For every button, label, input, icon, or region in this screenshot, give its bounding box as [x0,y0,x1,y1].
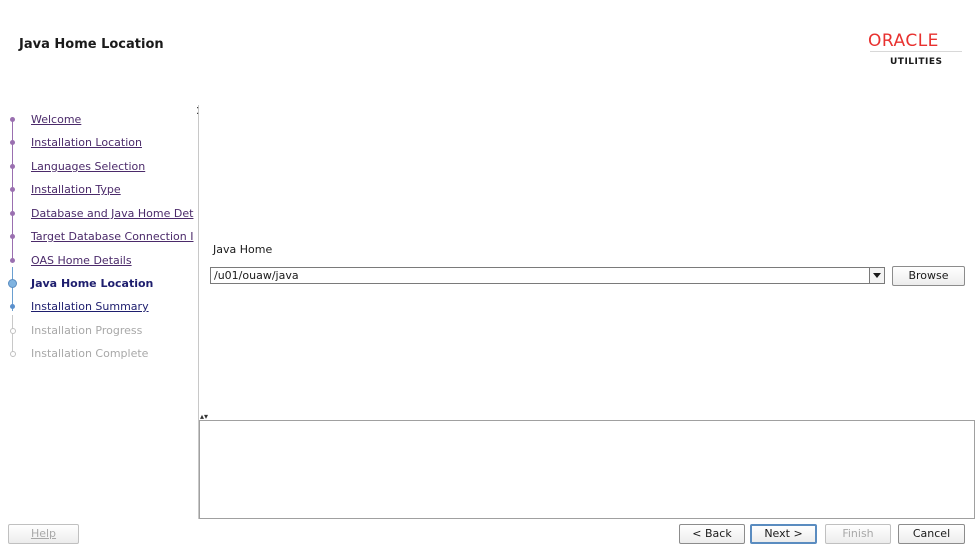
chevron-down-icon[interactable] [869,268,884,283]
step-done-icon [10,234,15,239]
step-java-home-location: Java Home Location [0,273,198,293]
page-title: Java Home Location [19,37,164,52]
finish-button-label: Finish [842,527,874,540]
step-done-icon [10,211,15,216]
step-label: Installation Summary [31,300,149,313]
step-installation-summary[interactable]: Installation Summary [0,296,198,316]
step-done-icon [10,140,15,145]
help-button[interactable]: Help [8,524,79,544]
browse-button[interactable]: Browse [892,266,965,286]
step-label: Database and Java Home Det [31,207,194,220]
footer: Help < Back Next > Finish Cancel [0,519,976,553]
step-done-icon [10,258,15,263]
next-button-label: Next > [764,527,803,540]
step-installation-complete: Installation Complete [0,343,198,363]
step-installation-type[interactable]: Installation Type [0,179,198,199]
step-label: Installation Location [31,136,142,149]
steps-panel: Welcome Installation Location Languages … [0,105,198,405]
step-pending-icon [10,351,16,357]
logo-sub-text: UTILITIES [890,57,943,67]
step-label: Welcome [31,113,82,126]
finish-button[interactable]: Finish [825,524,891,544]
step-done-icon [10,164,15,169]
cancel-button-label: Cancel [912,527,951,540]
step-pending-icon [10,328,16,334]
java-home-combobox[interactable]: /u01/ouaw/java [210,267,885,284]
step-oas-home-details[interactable]: OAS Home Details [0,250,198,270]
step-label: OAS Home Details [31,254,132,267]
step-done-icon [10,187,15,192]
step-current-icon [8,279,17,288]
message-area [199,420,975,519]
header: Java Home Location ORACLE UTILITIES [0,0,976,92]
step-next-icon [10,304,15,309]
step-database-java-home[interactable]: Database and Java Home Det [0,203,198,223]
oracle-utilities-logo: ORACLE UTILITIES [866,31,966,71]
logo-divider [870,51,962,52]
step-done-icon [10,117,15,122]
java-home-label: Java Home [213,243,273,256]
back-button[interactable]: < Back [679,524,745,544]
cancel-button[interactable]: Cancel [898,524,965,544]
step-label: Target Database Connection I [31,230,194,243]
step-label: Installation Type [31,183,121,196]
browse-button-label: Browse [908,269,949,282]
java-home-value: /u01/ouaw/java [214,269,299,282]
step-label: Installation Progress [31,324,143,337]
back-button-label: < Back [692,527,732,540]
installer-window: Java Home Location ORACLE UTILITIES Welc… [0,0,976,553]
step-label: Java Home Location [31,277,154,290]
help-button-label: Help [30,527,57,540]
step-welcome[interactable]: Welcome [0,109,198,129]
step-target-database-connection[interactable]: Target Database Connection I [0,226,198,246]
step-installation-location[interactable]: Installation Location [0,132,198,152]
divider-grip-icon[interactable]: ⁚ [196,107,199,121]
step-installation-progress: Installation Progress [0,320,198,340]
next-button[interactable]: Next > [750,524,817,544]
step-label: Installation Complete [31,347,149,360]
step-label: Languages Selection [31,160,146,173]
step-languages-selection[interactable]: Languages Selection [0,156,198,176]
logo-brand-text: ORACLE [868,31,939,51]
